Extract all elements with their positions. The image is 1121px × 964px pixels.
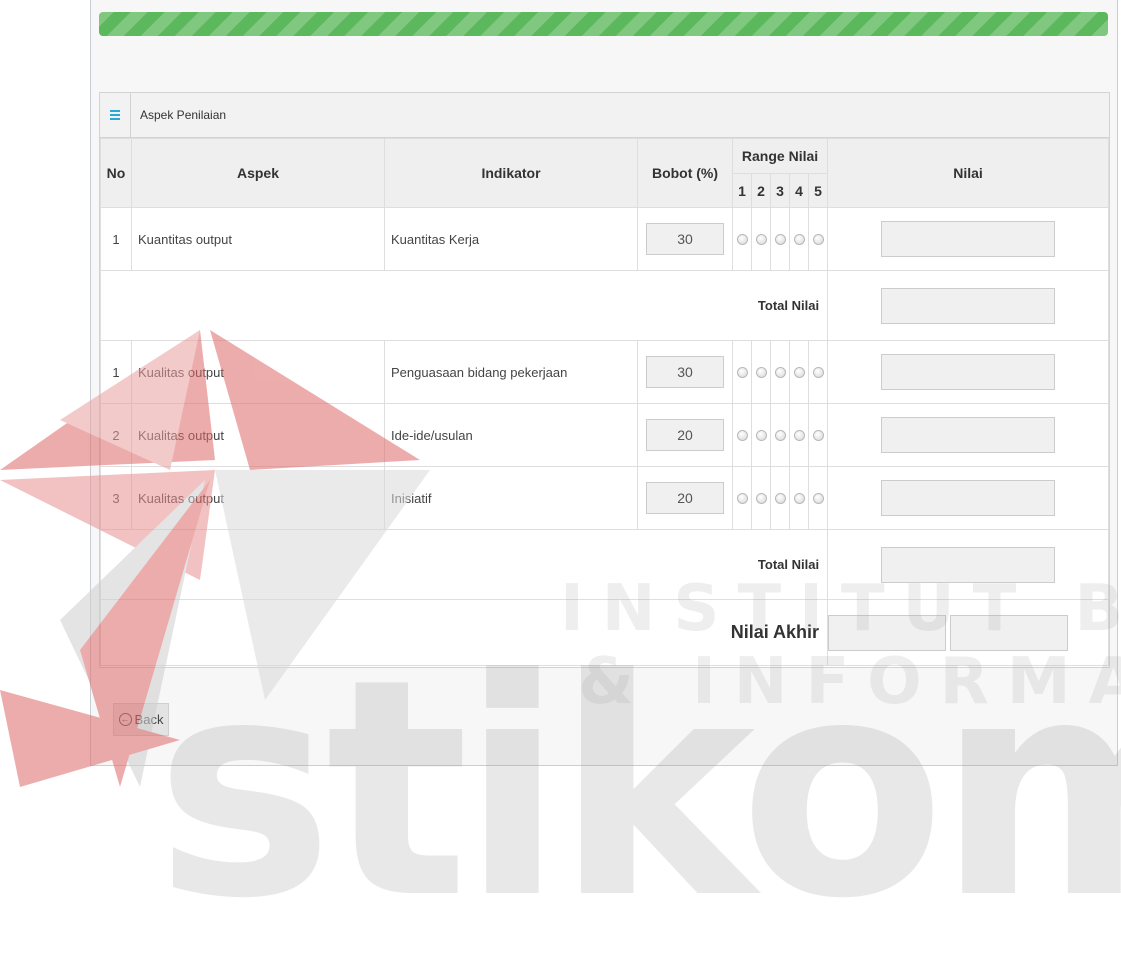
radio-2[interactable]: [755, 366, 767, 378]
nilai-akhir-label: Nilai Akhir: [99, 599, 829, 666]
main-frame: Aspek Penilaian No Aspek Indikator Bobot…: [90, 0, 1118, 766]
table-row: 1 Kualitas output Penguasaan bidang peke…: [100, 340, 1109, 404]
row-aspek: Kuantitas output: [131, 207, 385, 271]
row-aspek: Kualitas output: [131, 340, 385, 404]
radio-2[interactable]: [755, 429, 767, 441]
header-bobot: Bobot (%): [637, 138, 733, 208]
radio-1[interactable]: [736, 366, 748, 378]
radio-2[interactable]: [755, 492, 767, 504]
total-row: Total Nilai: [99, 529, 1109, 600]
bobot-field: 20: [646, 482, 724, 514]
total-nilai-field[interactable]: [881, 546, 1056, 583]
bobot-field: 30: [646, 356, 724, 388]
panel-title: Aspek Penilaian: [140, 108, 227, 122]
row-indikator: Penguasaan bidang pekerjaan: [384, 340, 638, 404]
row-no: 3: [100, 466, 132, 530]
nilai-akhir-fields: [828, 614, 1108, 651]
radio-4[interactable]: [793, 366, 805, 378]
header-range-5: 5: [807, 173, 829, 208]
row-aspek: Kualitas output: [131, 403, 385, 467]
radio-4[interactable]: [793, 233, 805, 245]
row-no: 1: [100, 340, 132, 404]
header-aspek: Aspek: [131, 138, 385, 208]
header-indikator: Indikator: [384, 138, 638, 208]
back-button-label: Back: [134, 712, 164, 727]
panel-header: Aspek Penilaian: [100, 93, 1109, 138]
progress-bar: [99, 12, 1108, 36]
table-row: 3 Kualitas output Inisiatif 20: [100, 466, 1109, 530]
nilai-akhir-grade-field[interactable]: [950, 614, 1069, 651]
radio-5[interactable]: [812, 429, 824, 441]
header-range-2: 2: [751, 173, 771, 208]
total-row: Total Nilai: [99, 270, 1109, 341]
row-indikator: Inisiatif: [384, 466, 638, 530]
back-button[interactable]: ← Back: [113, 703, 169, 736]
table-row: 1 Kuantitas output Kuantitas Kerja 30: [100, 207, 1109, 271]
header-range-3: 3: [770, 173, 790, 208]
total-nilai-field[interactable]: [881, 287, 1056, 324]
nilai-field[interactable]: [881, 417, 1056, 453]
row-no: 1: [100, 207, 132, 271]
radio-1[interactable]: [736, 492, 748, 504]
bobot-field: 20: [646, 419, 724, 451]
row-aspek: Kualitas output: [131, 466, 385, 530]
header-range-4: 4: [789, 173, 809, 208]
total-nilai-label: Total Nilai: [99, 270, 829, 341]
panel-icon-cell: [100, 93, 131, 137]
radio-5[interactable]: [812, 492, 824, 504]
radio-1[interactable]: [736, 233, 748, 245]
nilai-akhir-row: Nilai Akhir: [99, 599, 1109, 666]
penilaian-table: No Aspek Indikator Bobot (%) Range Nilai…: [99, 138, 1109, 666]
radio-1[interactable]: [736, 429, 748, 441]
radio-5[interactable]: [812, 233, 824, 245]
total-nilai-label: Total Nilai: [99, 529, 829, 600]
radio-4[interactable]: [793, 429, 805, 441]
header-no: No: [100, 138, 132, 208]
radio-2[interactable]: [755, 233, 767, 245]
table-row: 2 Kualitas output Ide-ide/usulan 20: [100, 403, 1109, 467]
bobot-field: 30: [646, 223, 724, 255]
radio-5[interactable]: [812, 366, 824, 378]
radio-3[interactable]: [774, 366, 786, 378]
radio-3[interactable]: [774, 429, 786, 441]
header-nilai: Nilai: [827, 138, 1109, 208]
arrow-left-circle-icon: ←: [118, 713, 132, 726]
header-range-1: 1: [732, 173, 752, 208]
row-indikator: Kuantitas Kerja: [384, 207, 638, 271]
radio-4[interactable]: [793, 492, 805, 504]
nilai-akhir-field[interactable]: [828, 614, 947, 651]
radio-3[interactable]: [774, 492, 786, 504]
nilai-field[interactable]: [881, 480, 1056, 516]
row-bobot-cell: 30: [637, 207, 733, 271]
list-icon: [110, 110, 120, 120]
aspek-panel: Aspek Penilaian No Aspek Indikator Bobot…: [99, 92, 1110, 668]
nilai-field[interactable]: [881, 354, 1056, 390]
nilai-field[interactable]: [881, 221, 1056, 257]
header-range: Range Nilai: [731, 138, 829, 174]
radio-3[interactable]: [774, 233, 786, 245]
row-indikator: Ide-ide/usulan: [384, 403, 638, 467]
row-no: 2: [100, 403, 132, 467]
